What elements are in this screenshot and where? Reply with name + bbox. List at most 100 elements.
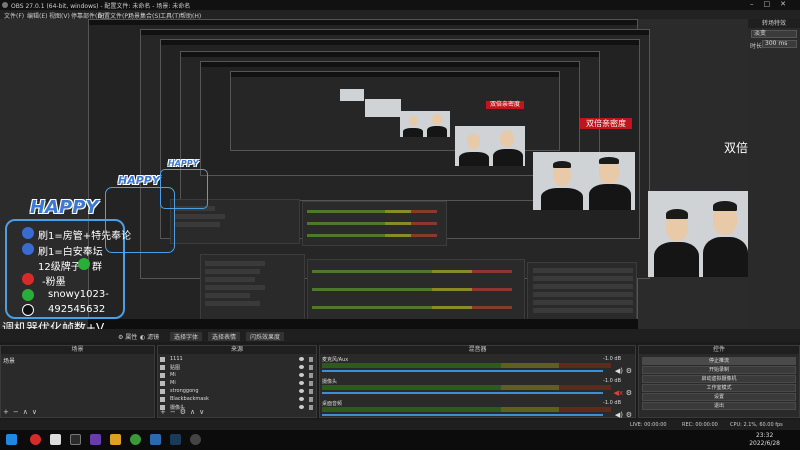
clock[interactable]: 23:32 2022/6/28 (749, 432, 780, 448)
stop-streaming-button[interactable]: 停止推流 (642, 357, 796, 365)
eye-icon[interactable] (299, 373, 304, 377)
scene-item[interactable]: 场景 (3, 356, 15, 365)
tab-flash[interactable]: 闪烁效果度 (246, 332, 285, 341)
text-icon (160, 357, 165, 362)
lock-icon[interactable] (309, 365, 313, 370)
volume-slider[interactable] (322, 414, 603, 416)
douyu-icon (22, 243, 34, 255)
gear-icon[interactable]: ⚙ (626, 389, 632, 397)
source-row[interactable]: stronggong (160, 388, 314, 395)
overlay-line-6: 492545632 (48, 304, 106, 315)
window-controls[interactable]: –□✕ (750, 0, 796, 8)
app-taskbar-icon[interactable] (50, 434, 61, 445)
chrome-icon[interactable] (130, 434, 141, 445)
menu-bar: 文件(F) 编辑(E) 视图(V) 停靠部件(D) 配置文件(P) 场景集合(S… (0, 10, 800, 20)
transitions-header: 转场特效 (748, 19, 800, 28)
happy-badge: HAPPY (30, 197, 99, 218)
image-icon (160, 365, 165, 370)
filters-button[interactable]: ◐ 滤镜 (140, 332, 159, 341)
eye-icon[interactable] (299, 405, 304, 409)
app-taskbar-icon[interactable] (70, 434, 81, 445)
eye-icon[interactable] (299, 365, 304, 369)
exit-button[interactable]: 退出 (642, 402, 796, 410)
transition-select[interactable]: 淡变 (751, 30, 797, 38)
lock-icon[interactable] (309, 405, 313, 410)
overlay-line-5: snowy1023- (48, 289, 109, 300)
speaker-muted-icon[interactable]: ◀x (613, 389, 623, 397)
eye-icon[interactable] (299, 389, 304, 393)
source-row[interactable]: Mi (160, 380, 314, 387)
webcam-medium (533, 152, 635, 210)
webcam-small (455, 126, 525, 166)
happy-badge-2: HAPPY (118, 174, 160, 187)
preview-canvas[interactable]: 双倍亲密度 双倍亲密度 双倍亲密度 HAPPY 刷1=房管+特先奉论 刷1=白安… (0, 19, 748, 329)
lock-icon[interactable] (309, 357, 313, 362)
intimacy-label-mid: 双倍亲密度 (580, 118, 632, 129)
settings-button[interactable]: 设置 (642, 393, 796, 401)
scenes-header: 场景 (1, 346, 154, 354)
webcam-xsmall (400, 111, 450, 137)
duration-label: 时长 (750, 43, 763, 50)
nested-taskbar (88, 319, 638, 329)
eye-icon[interactable] (299, 397, 304, 401)
lock-icon[interactable] (309, 389, 313, 394)
overlay-line-4: -粉墨 (42, 277, 66, 288)
image-icon (160, 389, 165, 394)
windows-start-icon[interactable] (6, 434, 17, 445)
speaker-icon[interactable]: ◀) (615, 367, 623, 375)
live-status: LIVE: 00:00:00 (630, 422, 667, 428)
sources-dock: 来源 1111 贴图 Mi Mi stronggong Blackbackmas… (157, 345, 317, 418)
webcam-tiny (340, 89, 364, 101)
window-title: OBS 27.0.1 (64-bit, windows) - 配置文件: 未命名… (11, 3, 191, 10)
volume-slider[interactable] (322, 392, 603, 394)
mixer-channel: 麦克风/Aux -1.0 dB ◀) ⚙ (322, 356, 632, 375)
app-taskbar-icon[interactable] (90, 434, 101, 445)
duration-input[interactable]: 300 ms (762, 40, 797, 48)
folder-icon[interactable] (110, 434, 121, 445)
mixer-channel: 桌面音频 -1.0 dB ◀) ⚙ (322, 400, 632, 419)
nested-mixer-panel (302, 201, 447, 246)
eye-icon[interactable] (299, 357, 304, 361)
start-recording-button[interactable]: 开始录制 (642, 366, 796, 374)
source-row[interactable]: Blackbackmask (160, 396, 314, 403)
volume-slider[interactable] (322, 370, 603, 372)
nested-mixer-panel-2 (307, 259, 525, 324)
sources-footer-buttons[interactable]: +−⚙∧∨ (160, 408, 208, 416)
cpu-status: CPU: 2.1%, 60.00 fps (730, 422, 783, 428)
wechat-icon (22, 289, 34, 301)
mixer-header: 混音器 (320, 346, 635, 354)
controls-dock: 控件 停止推流 开始录制 启动虚拟摄像机 工作室模式 设置 退出 (638, 345, 800, 418)
weibo-taskbar-icon[interactable] (30, 434, 41, 445)
eye-icon[interactable] (299, 381, 304, 385)
tab-font[interactable]: 选择字体 (170, 332, 203, 341)
lock-icon[interactable] (309, 381, 313, 386)
speaker-icon[interactable]: ◀) (615, 411, 623, 419)
lock-icon[interactable] (309, 373, 313, 378)
intimacy-label-small: 双倍亲密度 (486, 101, 524, 109)
studio-mode-button[interactable]: 工作室模式 (642, 384, 796, 392)
image-icon (160, 381, 165, 386)
steam-icon[interactable] (170, 434, 181, 445)
overlay-footer: 调机器优化帧数+V (2, 321, 105, 329)
app-taskbar-icon[interactable] (150, 434, 161, 445)
tab-emoji[interactable]: 选择表情 (208, 332, 241, 341)
gear-icon[interactable]: ⚙ (626, 367, 632, 375)
source-row[interactable]: 1111 (160, 356, 314, 363)
lock-icon[interactable] (309, 397, 313, 402)
source-row[interactable]: 贴图 (160, 364, 314, 371)
mixer-dock: 混音器 麦克风/Aux -1.0 dB ◀) ⚙ 摄像头 -1.0 dB ◀x … (319, 345, 636, 419)
qq-icon (22, 304, 34, 316)
source-row[interactable]: Mi (160, 372, 314, 379)
volume-meter (322, 385, 611, 390)
overlay-line-2: 刷1=白安奉坛 (38, 247, 103, 258)
webcam-large (648, 191, 748, 277)
overlay-line-3b: 群 (92, 262, 102, 273)
properties-button[interactable]: ⚙ 属性 (118, 332, 137, 341)
virtual-camera-button[interactable]: 启动虚拟摄像机 (642, 375, 796, 383)
obs-taskbar-icon[interactable] (190, 434, 201, 445)
source-toolbar: ⚙ 属性 ◐ 滤镜 选择字体 选择表情 闪烁效果度 (0, 329, 800, 342)
scenes-footer-buttons[interactable]: +−∧∨ (3, 408, 41, 416)
gear-icon[interactable]: ⚙ (626, 411, 632, 419)
controls-header: 控件 (639, 346, 799, 354)
rec-status: REC: 00:00:00 (682, 422, 718, 428)
